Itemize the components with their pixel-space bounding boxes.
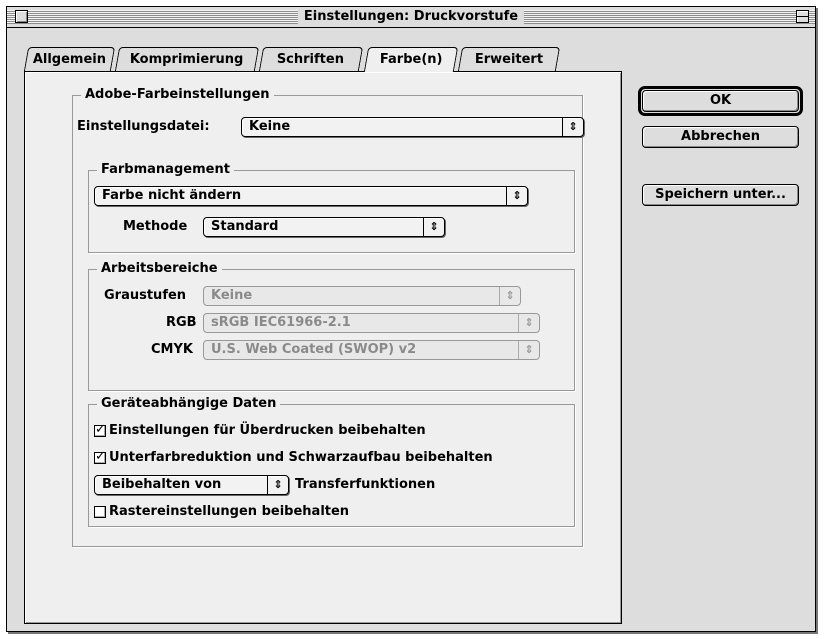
tab-komprimierung[interactable]: Komprimierung: [114, 47, 260, 71]
group-title-adobe-color-settings: Adobe-Farbeinstellungen: [81, 87, 274, 103]
transfer-functions-popup[interactable]: Beibehalten von ⇕: [94, 475, 289, 495]
cmyk-value: U.S. Web Coated (SWOP) v2: [211, 342, 417, 357]
group-title-working-spaces: Arbeitsbereiche: [97, 261, 222, 277]
popup-arrows-icon: ⇕: [518, 341, 539, 359]
rgb-label: RGB: [166, 315, 197, 330]
checkmark-icon: ✓: [95, 422, 106, 437]
ucr-gcr-checkbox[interactable]: ✓: [94, 449, 106, 464]
popup-arrows-icon: ⇕: [267, 476, 288, 494]
popup-arrows-icon: ⇕: [506, 187, 527, 205]
overprint-checkbox[interactable]: ✓: [94, 422, 106, 437]
overprint-label[interactable]: Einstellungen für Überdrucken beibehalte…: [109, 422, 426, 440]
color-policy-value: Farbe nicht ändern: [102, 188, 242, 203]
collapse-box-icon[interactable]: [796, 10, 809, 23]
group-color-management: Farbmanagement: [88, 162, 575, 253]
cancel-button[interactable]: Abbrechen: [642, 126, 799, 148]
popup-arrows-icon: ⇕: [499, 287, 520, 305]
tab-panel-farben: Adobe-Farbeinstellungen Einstellungsdate…: [24, 71, 622, 624]
group-title-device-dependent: Geräteabhängige Daten: [97, 396, 281, 412]
checkmark-icon: ✓: [95, 449, 106, 464]
rgb-value: sRGB IEC61966-2.1: [211, 315, 351, 330]
ucr-gcr-label[interactable]: Unterfarbreduktion und Schwarzaufbau bei…: [109, 449, 493, 467]
transfer-functions-value: Beibehalten von: [102, 477, 222, 492]
title-bar[interactable]: Einstellungen: Druckvorstufe: [7, 7, 815, 28]
tab-erweitert[interactable]: Erweitert: [457, 47, 561, 71]
color-policy-popup[interactable]: Farbe nicht ändern ⇕: [94, 186, 528, 206]
transfer-functions-label: Transferfunktionen: [295, 477, 436, 492]
save-as-button[interactable]: Speichern unter...: [642, 184, 799, 206]
grayscale-value: Keine: [211, 288, 253, 303]
tab-farben[interactable]: Farbe(n): [363, 47, 459, 72]
tab-schriften[interactable]: Schriften: [258, 47, 364, 71]
settings-file-popup[interactable]: Keine ⇕: [241, 117, 584, 137]
group-title-color-management: Farbmanagement: [97, 162, 234, 178]
popup-arrows-icon: ⇕: [518, 314, 539, 332]
window-title: Einstellungen: Druckvorstufe: [297, 9, 525, 24]
grayscale-popup[interactable]: Keine ⇕: [203, 286, 521, 306]
close-box-icon[interactable]: [15, 10, 28, 23]
tab-allgemein[interactable]: Allgemein: [23, 47, 116, 71]
cmyk-popup[interactable]: U.S. Web Coated (SWOP) v2 ⇕: [203, 340, 540, 360]
method-label: Methode: [123, 219, 188, 234]
cmyk-label: CMYK: [151, 342, 193, 357]
ok-button[interactable]: OK: [642, 90, 799, 112]
popup-arrows-icon: ⇕: [562, 118, 583, 136]
popup-arrows-icon: ⇕: [423, 218, 444, 236]
rgb-popup[interactable]: sRGB IEC61966-2.1 ⇕: [203, 313, 540, 333]
halftone-checkbox[interactable]: [94, 506, 106, 518]
method-popup[interactable]: Standard ⇕: [203, 217, 445, 237]
settings-file-label: Einstellungsdatei:: [77, 119, 210, 134]
dialog-window: Einstellungen: Druckvorstufe Allgemein K…: [6, 6, 816, 632]
method-value: Standard: [211, 219, 279, 234]
halftone-label[interactable]: Rastereinstellungen beibehalten: [109, 503, 349, 521]
settings-file-value: Keine: [249, 119, 291, 134]
grayscale-label: Graustufen: [104, 288, 187, 303]
